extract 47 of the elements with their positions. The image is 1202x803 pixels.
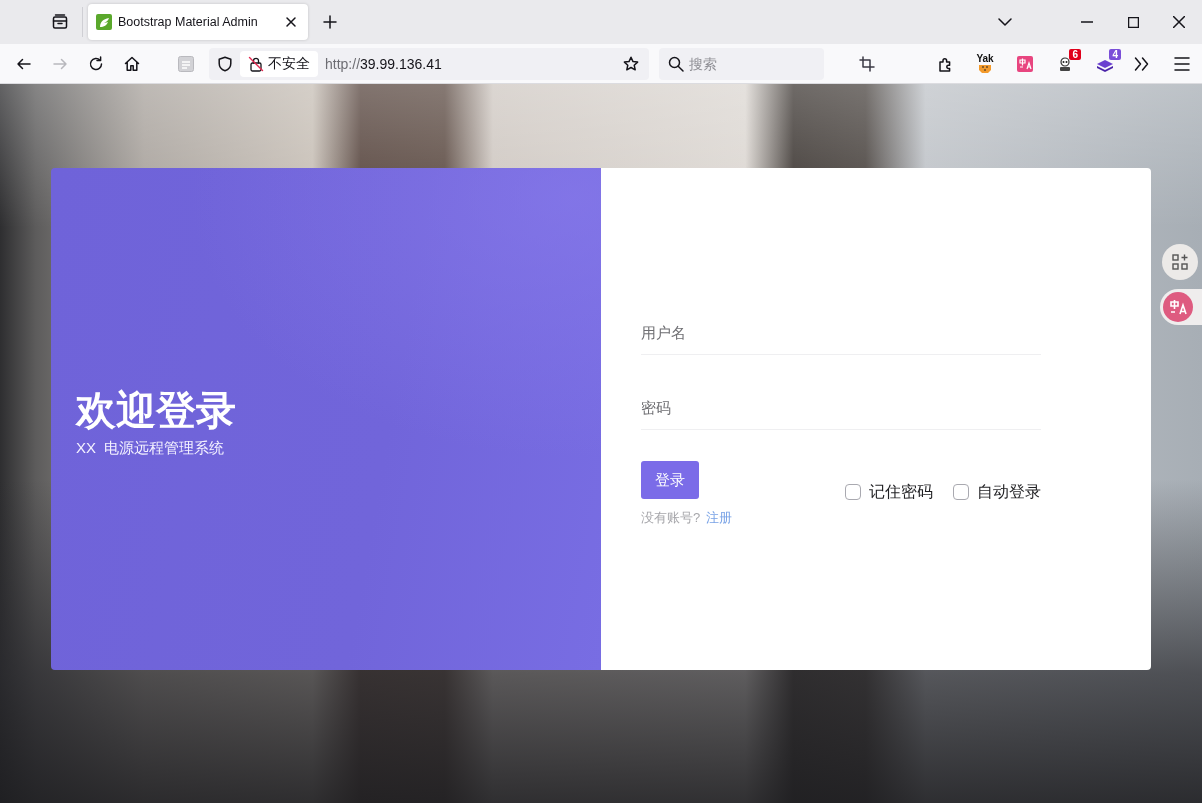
- reload-icon: [88, 55, 104, 72]
- checkbox[interactable]: [953, 484, 969, 500]
- security-indicator[interactable]: 不安全: [240, 50, 318, 77]
- extension-button[interactable]: 6: [1049, 47, 1081, 80]
- crop-icon: [859, 55, 875, 72]
- welcome-subtitle: XX 电源远程管理系统: [76, 438, 226, 458]
- maximize-icon: [1127, 16, 1139, 28]
- puzzle-icon: [938, 55, 952, 72]
- apps-button[interactable]: [1162, 244, 1198, 280]
- search-icon: [668, 55, 684, 72]
- minimize-icon: [1081, 21, 1093, 23]
- checkbox-label[interactable]: 自动登录: [977, 482, 1041, 502]
- extension-button[interactable]: 4: [1089, 47, 1121, 80]
- chevron-down-icon: [998, 18, 1012, 26]
- close-icon: [1173, 16, 1185, 28]
- insecure-lock-icon: [248, 55, 264, 72]
- star-icon: [623, 55, 639, 72]
- close-icon: [285, 16, 297, 28]
- animal-face-icon: [978, 64, 992, 73]
- checkbox[interactable]: [845, 484, 861, 500]
- robot-face-icon: [1058, 55, 1072, 72]
- home-icon: [124, 55, 140, 72]
- address-bar[interactable]: 不安全 http://39.99.136.41: [209, 47, 649, 80]
- login-button[interactable]: 登录: [641, 461, 699, 499]
- url-text[interactable]: http://39.99.136.41: [325, 55, 617, 72]
- password-field[interactable]: 密码: [641, 385, 1041, 430]
- count-badge: 6: [1069, 48, 1081, 60]
- count-badge: 4: [1109, 48, 1121, 60]
- leaf-favicon-icon: [96, 14, 112, 30]
- browser-tab[interactable]: Bootstrap Material Admin: [88, 4, 308, 40]
- document-tile-icon: [178, 55, 194, 72]
- translate-icon: [1017, 55, 1033, 72]
- shield-icon: [217, 55, 233, 72]
- apps-grid-icon: [1172, 254, 1188, 270]
- checkbox-label[interactable]: 记住密码: [869, 482, 933, 502]
- tray-icon: [52, 14, 68, 30]
- plus-icon: [323, 15, 337, 29]
- welcome-title: 欢迎登录: [76, 387, 237, 434]
- signup-prompt: 没有账号?: [641, 510, 701, 526]
- double-chevron-icon: [1133, 55, 1149, 72]
- search-field[interactable]: 搜索: [659, 47, 824, 80]
- translate-button[interactable]: [1160, 289, 1202, 325]
- username-field[interactable]: 用户名: [641, 310, 1041, 355]
- tab-title: Bootstrap Material Admin: [118, 15, 259, 29]
- menu-icon: [1174, 55, 1190, 72]
- extension-button[interactable]: Yak: [969, 47, 1001, 80]
- translate-icon: [1163, 292, 1193, 322]
